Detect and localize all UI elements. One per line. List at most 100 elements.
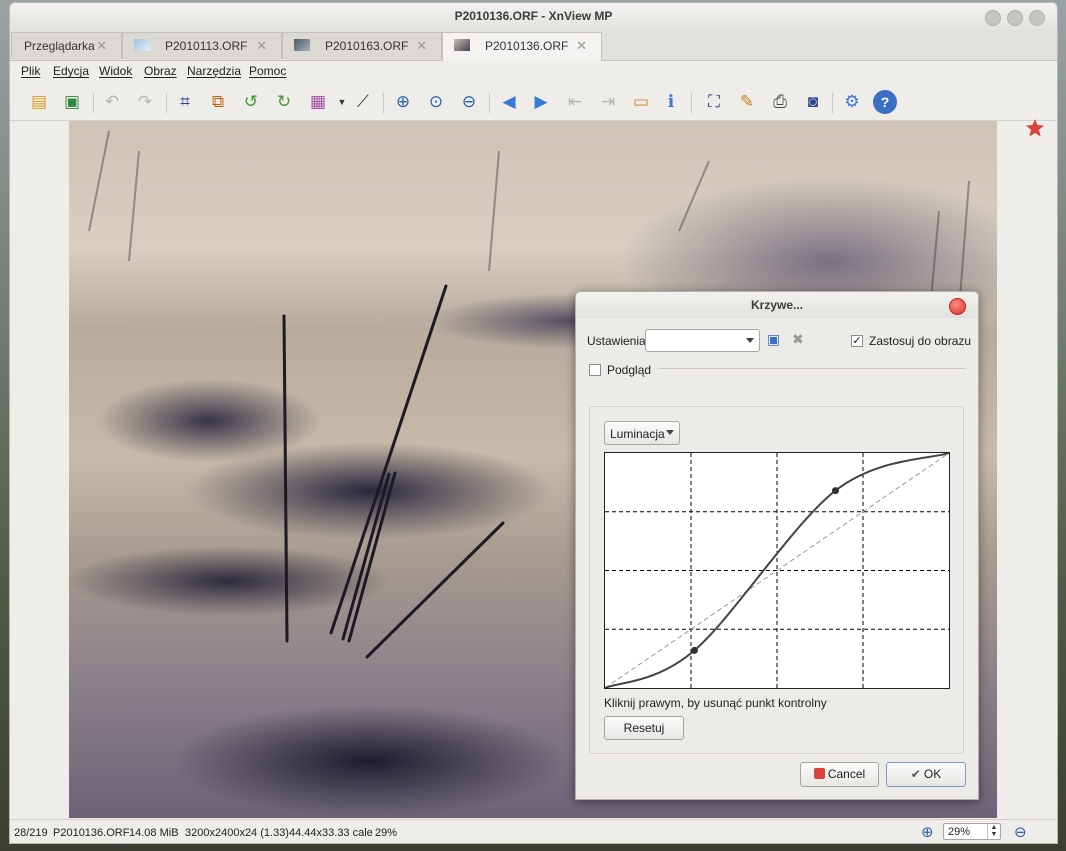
- preview-checkbox[interactable]: [589, 364, 601, 376]
- apply-label: Zastosuj do obrazu: [869, 334, 972, 348]
- cancel-button[interactable]: Cancel: [800, 762, 879, 787]
- toolbar-separator: [832, 93, 833, 113]
- tab-image[interactable]: P2010113.ORF ✕: [122, 32, 282, 59]
- notification-star-icon[interactable]: [1026, 119, 1044, 137]
- preview-label: Podgląd: [607, 363, 652, 377]
- zoom-spinbox[interactable]: 29% ▲ ▼: [943, 823, 1001, 840]
- channel-value: Luminacja: [610, 427, 665, 441]
- checkmark-icon: ✔: [910, 767, 921, 781]
- rotate-left-icon[interactable]: ↺: [239, 90, 263, 114]
- minimize-button[interactable]: [985, 10, 1001, 26]
- color-adjust-icon[interactable]: ▦: [306, 90, 330, 114]
- menu-edit[interactable]: Edycja: [53, 64, 89, 78]
- spin-arrows[interactable]: ▲ ▼: [987, 824, 1000, 839]
- help-icon[interactable]: ?: [873, 90, 897, 114]
- curve-graph[interactable]: [604, 452, 950, 689]
- window-title: P2010136.ORF - XnView MP: [454, 9, 613, 23]
- curves-icon[interactable]: ⟋: [351, 90, 375, 114]
- toolbar-separator: [93, 93, 94, 113]
- status-zoom: 29%: [375, 827, 398, 839]
- dialog-close-button[interactable]: [949, 298, 966, 315]
- status-filesize: 14.08 MiB: [129, 827, 179, 839]
- status-index: 28/219: [14, 827, 48, 839]
- toolbar-separator: [166, 93, 167, 113]
- print-icon[interactable]: ⎙: [768, 90, 792, 114]
- zoom-in-icon[interactable]: ⊕: [921, 823, 934, 841]
- menu-tools[interactable]: Narzędzia: [187, 64, 241, 78]
- window-titlebar[interactable]: P2010136.ORF - XnView MP: [10, 3, 1057, 30]
- thumbnail-icon: [134, 39, 150, 51]
- reset-label: Resetuj: [623, 721, 665, 735]
- curve-control-point[interactable]: [831, 487, 839, 495]
- dialog-titlebar[interactable]: Krzywe...: [576, 292, 978, 318]
- rotate-right-icon[interactable]: ↻: [272, 90, 296, 114]
- tab-image[interactable]: P2010163.ORF ✕: [282, 32, 442, 59]
- menu-view[interactable]: Widok: [99, 64, 132, 78]
- zoom-actual-icon[interactable]: ⊙: [424, 90, 448, 114]
- tab-label: P2010136.ORF: [485, 39, 569, 53]
- maximize-button[interactable]: [1007, 10, 1023, 26]
- tab-close-icon[interactable]: ✕: [96, 33, 107, 59]
- cancel-icon: [813, 768, 825, 779]
- thumbnail-icon: [454, 39, 470, 51]
- zoom-in-icon[interactable]: ⊕: [391, 90, 415, 114]
- zoom-out-icon[interactable]: ⊖: [457, 90, 481, 114]
- apply-checkbox[interactable]: ✓: [851, 335, 863, 347]
- menu-file[interactable]: Plik: [21, 64, 40, 78]
- edit-text-icon[interactable]: ✎: [735, 90, 759, 114]
- previous-icon[interactable]: ◀: [497, 90, 521, 114]
- curve-canvas[interactable]: [604, 452, 950, 689]
- last-icon[interactable]: ⇥: [596, 90, 620, 114]
- curve-control-point[interactable]: [690, 646, 698, 654]
- capture-icon[interactable]: ◙: [801, 90, 825, 114]
- status-filename: P2010136.ORF: [53, 827, 130, 839]
- crop-icon[interactable]: ⌗: [173, 90, 197, 114]
- toolbar-separator: [383, 93, 384, 113]
- tab-close-icon[interactable]: ✕: [416, 33, 427, 59]
- slideshow-icon[interactable]: ▭: [629, 90, 653, 114]
- redo-icon[interactable]: ↷: [133, 90, 157, 114]
- fullscreen-icon[interactable]: ⛶: [702, 90, 726, 114]
- delete-preset-icon[interactable]: ✖: [792, 331, 804, 348]
- tab-close-icon[interactable]: ✕: [576, 33, 587, 59]
- divider: [659, 368, 965, 369]
- ok-button[interactable]: ✔ OK: [886, 762, 966, 787]
- tab-image-active[interactable]: P2010136.ORF ✕: [442, 32, 602, 61]
- dialog-title: Krzywe...: [750, 298, 804, 312]
- tab-browser[interactable]: Przeglądarka ✕: [11, 32, 122, 59]
- close-window-button[interactable]: [1029, 10, 1045, 26]
- tab-label: P2010163.ORF: [325, 39, 409, 53]
- info-icon[interactable]: ℹ: [659, 90, 683, 114]
- settings-combo[interactable]: [645, 329, 760, 352]
- toolbar-separator: [691, 93, 692, 113]
- next-icon[interactable]: ▶: [529, 90, 553, 114]
- channel-combo[interactable]: Luminacja: [604, 421, 680, 445]
- status-bar: 28/219 P2010136.ORF 14.08 MiB 3200x2400x…: [10, 819, 1057, 843]
- resize-icon[interactable]: ⧉: [206, 90, 230, 114]
- browser-icon[interactable]: ▤: [27, 90, 51, 114]
- ok-label: OK: [923, 767, 942, 781]
- save-icon[interactable]: ▣: [60, 90, 84, 114]
- thumbnail-icon: [294, 39, 310, 51]
- zoom-out-icon[interactable]: ⊖: [1014, 823, 1027, 841]
- toolbar: ▤ ▣ ↶ ↷ ⌗ ⧉ ↺ ↻ ▦ ▼ ⟋ ⊕ ⊙ ⊖ ◀ ▶ ⇤ ⇥ ▭ ℹ …: [10, 84, 1057, 121]
- tab-bar: Przeglądarka ✕ P2010113.ORF ✕ P2010163.O…: [10, 30, 1057, 61]
- toolbar-separator: [489, 93, 490, 113]
- chevron-down-icon: [666, 430, 674, 435]
- tab-close-icon[interactable]: ✕: [256, 33, 267, 59]
- menu-help[interactable]: Pomoc: [249, 64, 286, 78]
- settings-label: Ustawienia:: [587, 334, 650, 348]
- undo-icon[interactable]: ↶: [100, 90, 124, 114]
- status-print-size: 44.44x33.33 cale: [289, 827, 373, 839]
- reset-button[interactable]: Resetuj: [604, 716, 684, 740]
- chevron-down-icon: [746, 338, 754, 343]
- first-icon[interactable]: ⇤: [563, 90, 587, 114]
- tab-label: P2010113.ORF: [165, 39, 248, 53]
- menu-image[interactable]: Obraz: [144, 64, 177, 78]
- zoom-value: 29%: [948, 826, 971, 838]
- hint-text: Kliknij prawym, by usunąć punkt kontroln…: [604, 696, 827, 710]
- settings-icon[interactable]: ⚙: [840, 90, 864, 114]
- curves-dialog: Krzywe... Ustawienia: ▣ ✖ ✓ Zastosuj do …: [575, 291, 979, 800]
- cancel-label: Cancel: [827, 767, 866, 781]
- save-preset-icon[interactable]: ▣: [767, 331, 780, 348]
